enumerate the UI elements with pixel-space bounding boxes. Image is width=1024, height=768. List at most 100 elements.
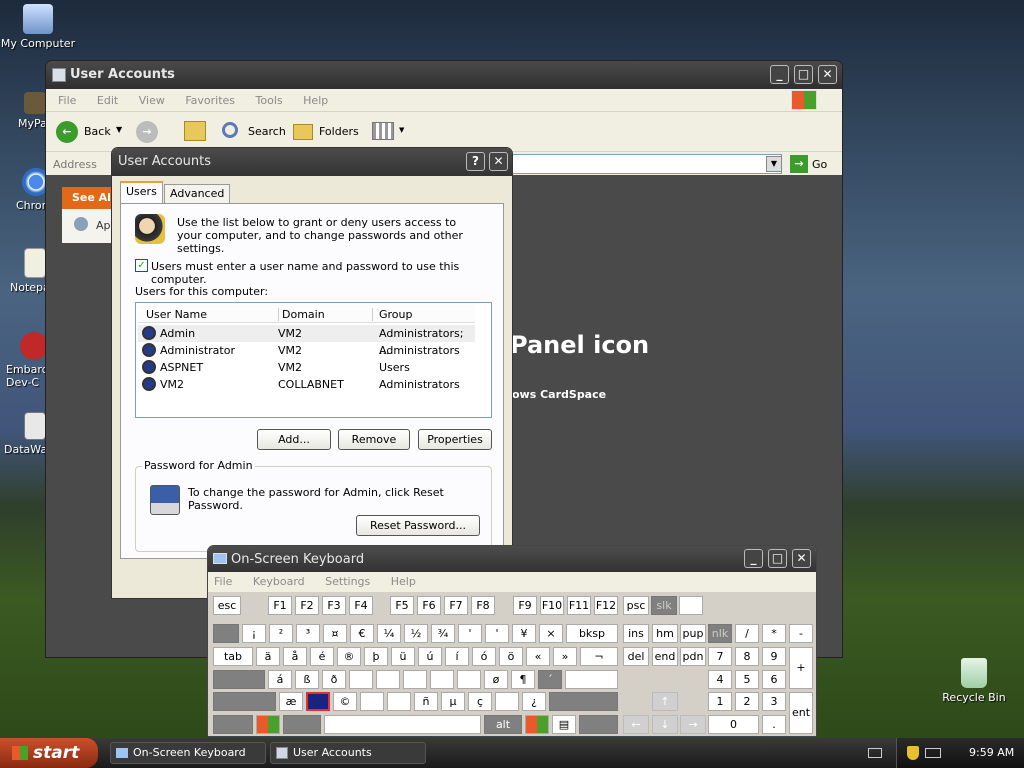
close-button[interactable]: ✕	[818, 65, 837, 84]
key[interactable]: ent	[789, 692, 813, 734]
forward-arrow-icon[interactable]: →	[136, 121, 158, 143]
menu-help[interactable]: Help	[303, 94, 328, 107]
tab-advanced[interactable]: Advanced	[164, 184, 231, 204]
key[interactable]	[430, 670, 454, 689]
key[interactable]: tab	[213, 647, 253, 666]
key[interactable]: ¬	[580, 647, 618, 666]
key[interactable]: +	[789, 647, 813, 689]
key[interactable]: ú	[418, 647, 442, 666]
key[interactable]: F11	[567, 596, 591, 615]
osk-menu-help[interactable]: Help	[391, 575, 416, 588]
taskbar-item-user-accounts[interactable]: User Accounts	[270, 742, 426, 764]
column-group[interactable]: Group	[372, 308, 413, 321]
key[interactable]: esc	[213, 596, 241, 615]
key[interactable]: ins	[623, 624, 649, 643]
table-row[interactable]: ASPNET VM2 Users	[138, 359, 475, 376]
key[interactable]: -	[789, 624, 813, 643]
up-folder-icon[interactable]	[184, 121, 206, 141]
osk-maximize-button[interactable]: □	[768, 549, 787, 568]
key[interactable]	[579, 715, 618, 734]
key[interactable]: end	[652, 647, 678, 666]
key[interactable]: ´	[538, 670, 562, 689]
key[interactable]: ½	[404, 624, 428, 643]
osk-menu-settings[interactable]: Settings	[325, 575, 370, 588]
key[interactable]: ñ	[414, 692, 438, 711]
dialog-close-button[interactable]: ✕	[489, 152, 508, 171]
osk-menu-keyboard[interactable]: Keyboard	[253, 575, 305, 588]
key[interactable]: F8	[471, 596, 495, 615]
key[interactable]: ó	[472, 647, 496, 666]
key[interactable]: þ	[364, 647, 388, 666]
key[interactable]: alt	[484, 715, 522, 734]
key[interactable]: ¡	[242, 624, 266, 643]
key[interactable]	[213, 692, 276, 711]
osk-close-button[interactable]: ✕	[792, 549, 811, 568]
maximize-button[interactable]: □	[794, 65, 813, 84]
key[interactable]: ç	[468, 692, 492, 711]
key[interactable]: '	[485, 624, 509, 643]
key[interactable]: 7	[708, 647, 732, 666]
key[interactable]	[213, 715, 253, 734]
key[interactable]: 8	[735, 647, 759, 666]
menu-view[interactable]: View	[139, 94, 165, 107]
require-login-checkbox[interactable]: ✓	[135, 259, 148, 272]
key[interactable]: í	[445, 647, 469, 666]
menu-favorites[interactable]: Favorites	[185, 94, 235, 107]
key[interactable]: 5	[735, 670, 759, 689]
key[interactable]: 1	[708, 692, 732, 711]
key[interactable]: «	[526, 647, 550, 666]
start-button[interactable]: start	[0, 738, 98, 768]
key[interactable]: µ	[441, 692, 465, 711]
key[interactable]	[349, 670, 373, 689]
key[interactable]	[495, 692, 519, 711]
key[interactable]	[213, 624, 239, 643]
key[interactable]	[387, 692, 411, 711]
see-also-item[interactable]: Ap	[96, 219, 111, 232]
help-button[interactable]: ?	[466, 152, 485, 171]
key[interactable]: F2	[295, 596, 319, 615]
key[interactable]: ß	[295, 670, 319, 689]
key[interactable]: 9	[762, 647, 786, 666]
key[interactable]: ð	[322, 670, 346, 689]
up-arrow-icon[interactable]: ↑	[652, 692, 678, 711]
desktop-icon-recycle-bin[interactable]: Recycle Bin	[936, 658, 1012, 704]
properties-button[interactable]: Properties	[418, 429, 492, 450]
windows-key-icon[interactable]	[256, 715, 280, 734]
table-row[interactable]: Administrator VM2 Administrators	[138, 342, 475, 359]
key[interactable]: '	[458, 624, 482, 643]
key[interactable]: ¼	[377, 624, 401, 643]
chevron-down-icon[interactable]: ▼	[116, 125, 122, 134]
key[interactable]: å	[283, 647, 307, 666]
key[interactable]	[457, 670, 481, 689]
down-arrow-icon[interactable]: ↓	[652, 715, 678, 734]
key[interactable]	[565, 670, 618, 689]
right-arrow-icon[interactable]: →	[680, 715, 706, 734]
key[interactable]: *	[762, 624, 786, 643]
key[interactable]: ®	[337, 647, 361, 666]
explorer-titlebar[interactable]: User Accounts _ □ ✕	[46, 61, 842, 89]
key[interactable]	[324, 715, 481, 734]
column-domain[interactable]: Domain	[278, 308, 325, 321]
menu-key-icon[interactable]: ▤	[552, 715, 576, 734]
key[interactable]: ²	[269, 624, 293, 643]
key[interactable]: ö	[499, 647, 523, 666]
key[interactable]: F5	[390, 596, 414, 615]
address-dropdown-icon[interactable]: ▼	[766, 156, 782, 172]
key[interactable]: F6	[417, 596, 441, 615]
key[interactable]: del	[623, 647, 649, 666]
key[interactable]: ¿	[522, 692, 546, 711]
key[interactable]: ©	[333, 692, 357, 711]
key[interactable]	[306, 692, 330, 711]
dialog-titlebar[interactable]: User Accounts ? ✕	[112, 148, 512, 176]
key[interactable]: psc	[623, 596, 649, 615]
views-chevron-icon[interactable]: ▼	[399, 126, 404, 134]
key[interactable]: hm	[652, 624, 678, 643]
desktop-icon-my-computer[interactable]: My Computer	[0, 4, 76, 50]
add-user-button[interactable]: Add...	[257, 429, 331, 450]
back-button[interactable]: ← Back ▼	[56, 120, 122, 144]
network-icon[interactable]	[925, 748, 941, 758]
key[interactable]: F7	[444, 596, 468, 615]
key[interactable]	[679, 596, 703, 615]
key[interactable]: ¶	[511, 670, 535, 689]
key[interactable]	[213, 670, 265, 689]
